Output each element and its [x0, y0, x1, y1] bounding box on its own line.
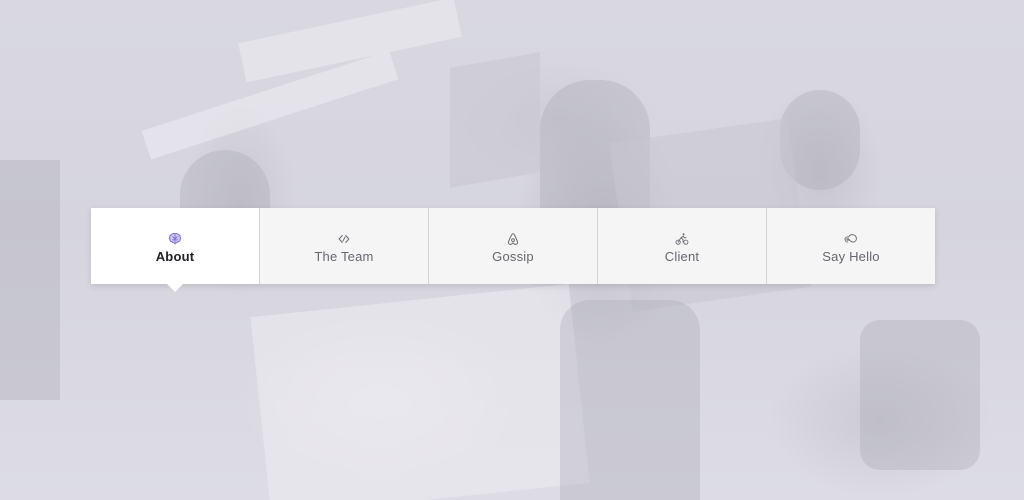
- cyclist-icon: [675, 233, 689, 245]
- brain-icon: [168, 232, 182, 245]
- tab-say-hello[interactable]: Say Hello: [766, 208, 935, 284]
- tab-the-team[interactable]: The Team: [259, 208, 428, 284]
- tab-gossip[interactable]: Gossip: [428, 208, 597, 284]
- airbnb-icon: [507, 233, 519, 245]
- tab-client[interactable]: Client: [597, 208, 766, 284]
- tab-label: About: [155, 249, 195, 264]
- code-brackets-icon: [338, 234, 350, 244]
- tab-label: The Team: [314, 249, 374, 264]
- infinity-cloud-icon: [844, 234, 857, 243]
- tab-bar: About The Team Gossip Client Say Hello: [91, 208, 935, 292]
- tab-label: Say Hello: [822, 249, 880, 264]
- tab-about[interactable]: About: [91, 208, 259, 292]
- tab-label: Client: [664, 249, 700, 264]
- tab-label: Gossip: [492, 249, 534, 264]
